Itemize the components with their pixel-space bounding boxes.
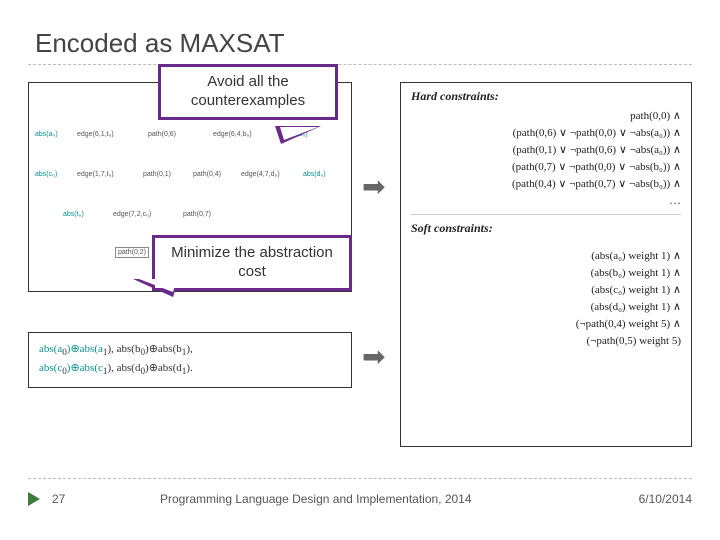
t: abs(c [39, 362, 62, 374]
soft-clause: (abs(a₀) weight 1) ∧ [411, 248, 681, 265]
graph-r3-2: path(0,7) [183, 211, 211, 218]
soft-clause: (abs(d₀) weight 1) ∧ [411, 299, 681, 316]
t: ), abs(b [107, 343, 140, 355]
graph-r3-1: edge(7,2,c₀) [113, 211, 151, 218]
soft-clause: (¬path(0,5) weight 5) [411, 333, 681, 350]
soft-clause: (abs(b₀) weight 1) ∧ [411, 265, 681, 282]
hard-constraints-heading: Hard constraints: [411, 89, 681, 104]
panel-divider [411, 214, 681, 215]
graph-r1-1: edge(6,1,t₀) [77, 131, 114, 138]
title-divider [28, 64, 692, 65]
t: )⊕abs(a [67, 343, 103, 355]
t: )⊕abs(b [145, 343, 182, 355]
abstraction-panel: abs(a0)⊕abs(a1), abs(b0)⊕abs(b1), abs(c0… [28, 332, 352, 388]
abs-line-2: abs(c0)⊕abs(c1), abs(d0)⊕abs(d1). [39, 360, 341, 379]
soft-clause: (¬path(0,4) weight 5) ∧ [411, 316, 681, 333]
t: ), abs(d [107, 362, 140, 374]
graph-r2-5: abs(d₀) [303, 171, 326, 178]
soft-constraints-heading: Soft constraints: [411, 221, 681, 236]
slide-number: 27 [52, 492, 65, 506]
arrow-right-icon: ➡ [362, 340, 385, 373]
slide-title: Encoded as MAXSAT [35, 28, 285, 59]
callout-avoid: Avoid all the counterexamples [158, 64, 338, 120]
abs-line-1: abs(a0)⊕abs(a1), abs(b0)⊕abs(b1), [39, 341, 341, 360]
t: ). [186, 362, 192, 374]
hard-clause: (path(0,6) ∨ ¬path(0,0) ∨ ¬abs(a₀)) ∧ [411, 125, 681, 142]
t: ), [186, 343, 192, 355]
hard-clause: path(0,0) ∧ [411, 108, 681, 125]
graph-r1-0: abs(a₀) [35, 131, 58, 138]
graph-r2-1: edge(1,7,t₀) [77, 171, 114, 178]
soft-clause: (abs(c₀) weight 1) ∧ [411, 282, 681, 299]
slide-marker-icon [28, 492, 40, 506]
footer-divider [28, 478, 692, 479]
callout-avoid-pointer-fill [280, 127, 318, 140]
date-label: 6/10/2014 [639, 492, 692, 506]
graph-r2-2: path(0,1) [143, 171, 171, 178]
graph-r1-2: path(0,6) [148, 131, 176, 138]
t: )⊕abs(c [67, 362, 103, 374]
constraints-panel: Hard constraints: path(0,0) ∧ (path(0,6)… [400, 82, 692, 447]
t: abs(a [39, 343, 62, 355]
hard-clause: (path(0,7) ∨ ¬path(0,0) ∨ ¬abs(b₀)) ∧ [411, 159, 681, 176]
graph-r2-0: abs(c₀) [35, 171, 57, 178]
arrow-right-icon: ➡ [362, 170, 385, 203]
graph-r2-3: path(0,4) [193, 171, 221, 178]
graph-r2-4: edge(4,7,d₀) [241, 171, 280, 178]
graph-r1-3: edge(6,4,b₀) [213, 131, 252, 138]
callout-minimize-pointer-fill [139, 279, 177, 292]
graph-r4: path(0,2) [115, 247, 149, 258]
hard-clause: (path(0,4) ∨ ¬path(0,7) ∨ ¬abs(b₀)) ∧ [411, 176, 681, 193]
callout-minimize: Minimize the abstraction cost [152, 235, 352, 291]
ellipsis: … [411, 193, 681, 208]
conference-label: Programming Language Design and Implemen… [160, 492, 472, 506]
hard-clause: (path(0,1) ∨ ¬path(0,6) ∨ ¬abs(a₀)) ∧ [411, 142, 681, 159]
t: )⊕abs(d [145, 362, 182, 374]
graph-r3-0: abs(t₀) [63, 211, 84, 218]
